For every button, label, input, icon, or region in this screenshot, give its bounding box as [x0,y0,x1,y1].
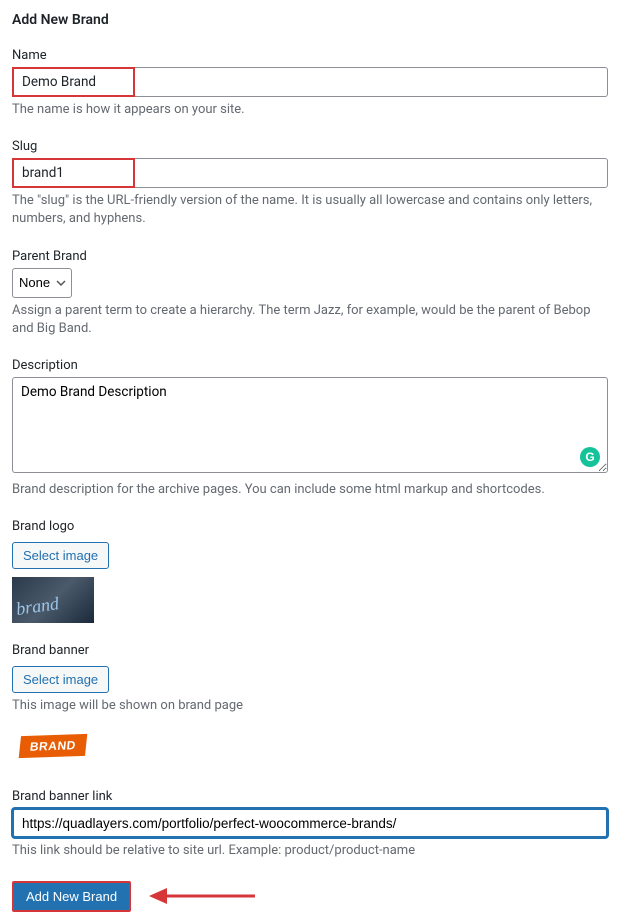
arrow-annotation-icon [147,884,257,908]
slug-input-highlighted[interactable]: brand1 [12,158,135,188]
slug-field: Slug brand1 The "slug" is the URL-friend… [12,139,608,228]
parent-label: Parent Brand [12,249,608,264]
brand-logo-thumbnail[interactable] [12,577,94,623]
name-input-highlighted[interactable]: Demo Brand [12,67,135,97]
brand-banner-thumbnail[interactable]: BRAND [12,723,94,769]
name-field: Name Demo Brand The name is how it appea… [12,48,608,119]
slug-help: The "slug" is the URL-friendly version o… [12,192,608,228]
brand-logo-label: Brand logo [12,519,608,534]
add-new-brand-button[interactable]: Add New Brand [12,881,131,912]
parent-select[interactable]: None [12,268,72,298]
name-label: Name [12,48,608,63]
grammarly-icon[interactable] [580,447,600,467]
banner-link-input[interactable] [12,808,608,838]
parent-field: Parent Brand None Assign a parent term t… [12,249,608,338]
banner-link-field: Brand banner link This link should be re… [12,789,608,860]
slug-label: Slug [12,139,608,154]
banner-link-help: This link should be relative to site url… [12,842,608,860]
name-input[interactable] [135,67,609,97]
page-title: Add New Brand [12,12,608,28]
brand-banner-select-button[interactable]: Select image [12,666,109,693]
brand-banner-help: This image will be shown on brand page [12,697,608,715]
name-help: The name is how it appears on your site. [12,101,608,119]
description-field: Description Demo Brand Description Brand… [12,358,608,499]
submit-row: Add New Brand [12,881,608,912]
description-help: Brand description for the archive pages.… [12,481,608,499]
brand-banner-field: Brand banner Select image This image wil… [12,643,608,769]
brand-logo-field: Brand logo Select image [12,519,608,623]
description-label: Description [12,358,608,373]
banner-link-label: Brand banner link [12,789,608,804]
banner-badge-icon: BRAND [19,734,87,758]
brand-logo-select-button[interactable]: Select image [12,542,109,569]
slug-input[interactable] [135,158,609,188]
brand-banner-label: Brand banner [12,643,608,658]
description-textarea[interactable]: Demo Brand Description [12,377,608,473]
parent-help: Assign a parent term to create a hierarc… [12,302,608,338]
